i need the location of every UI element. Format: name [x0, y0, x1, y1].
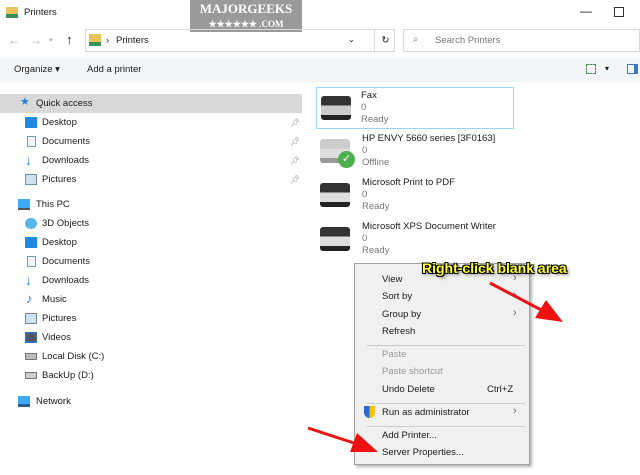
arrow-to-blank-area — [489, 281, 563, 322]
arrow-to-server-properties — [307, 426, 378, 452]
annotation-arrows — [307, 281, 563, 452]
